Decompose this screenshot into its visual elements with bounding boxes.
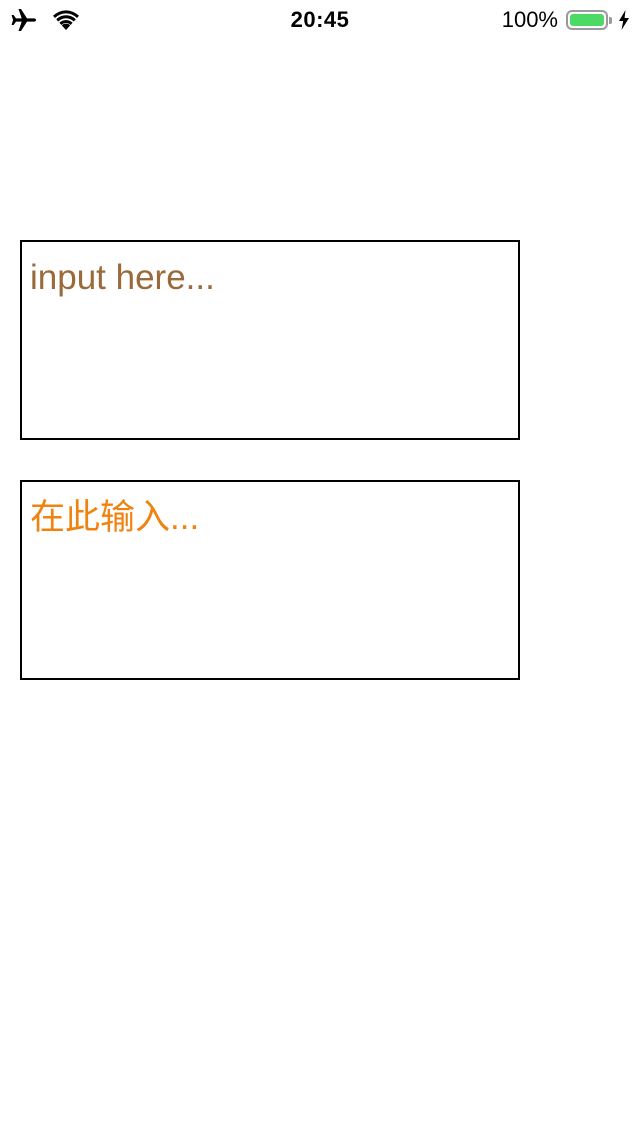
battery-icon bbox=[566, 10, 612, 30]
charging-icon bbox=[619, 10, 629, 30]
input-placeholder-chinese: 在此输入... bbox=[30, 498, 200, 537]
battery-cap bbox=[609, 17, 612, 24]
text-input-english[interactable]: input here... bbox=[20, 240, 520, 440]
text-input-chinese[interactable]: 在此输入... bbox=[20, 480, 520, 680]
status-bar: 20:45 100% bbox=[0, 0, 640, 40]
battery-fill bbox=[570, 14, 604, 26]
status-bar-right: 100% bbox=[501, 7, 630, 32]
input-placeholder-english: input here... bbox=[30, 258, 215, 297]
battery-percent: 100% bbox=[501, 7, 558, 32]
